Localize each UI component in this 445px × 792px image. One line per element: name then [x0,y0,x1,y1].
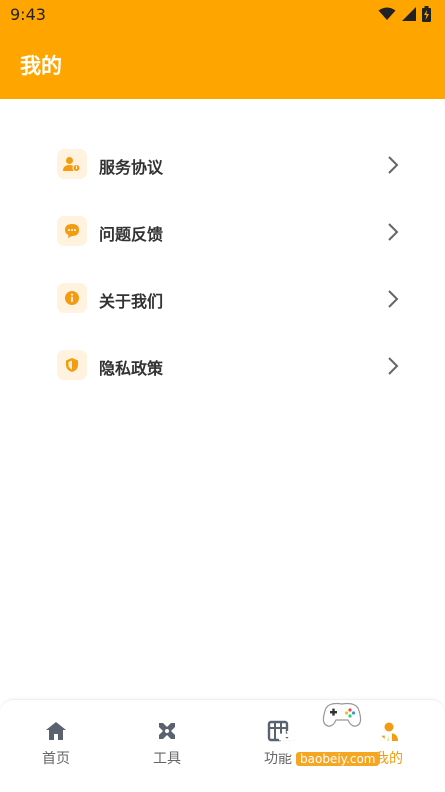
tab-label: 首页 [42,751,70,767]
menu-item-privacy-policy[interactable]: 隐私政策 [0,332,445,399]
user-agreement-icon [57,149,87,179]
chevron-right-icon [388,290,399,308]
settings-menu: 服务协议 问题反馈 关于我们 隐私政策 [0,131,445,399]
signal-icon [402,7,416,21]
tab-label: 工具 [153,751,181,767]
watermark-logo: 宝贝游戏网 baobeiy.com [268,700,418,780]
app-bar: 我的 [0,30,445,99]
chevron-right-icon [388,156,399,174]
info-icon [57,283,87,313]
menu-item-label: 问题反馈 [99,225,164,244]
battery-icon [422,6,431,22]
menu-item-service-agreement[interactable]: 服务协议 [0,131,445,198]
status-bar: 9:43 [0,0,445,30]
chevron-right-icon [388,357,399,375]
menu-item-feedback[interactable]: 问题反馈 [0,198,445,265]
status-icons [378,6,431,22]
tab-tools[interactable]: 工具 [137,720,197,768]
menu-item-label: 隐私政策 [99,359,164,378]
chevron-right-icon [388,223,399,241]
page-title: 我的 [20,54,62,78]
menu-item-about-us[interactable]: 关于我们 [0,265,445,332]
chat-icon [57,216,87,246]
status-time: 9:43 [10,5,46,24]
shield-icon [57,350,87,380]
home-icon [46,722,66,740]
menu-item-label: 服务协议 [99,158,164,177]
wifi-icon [378,7,396,20]
watermark-url: baobeiy.com [296,752,380,766]
menu-item-label: 关于我们 [99,292,164,311]
tab-home[interactable]: 首页 [26,720,86,768]
tools-icon [159,723,175,739]
